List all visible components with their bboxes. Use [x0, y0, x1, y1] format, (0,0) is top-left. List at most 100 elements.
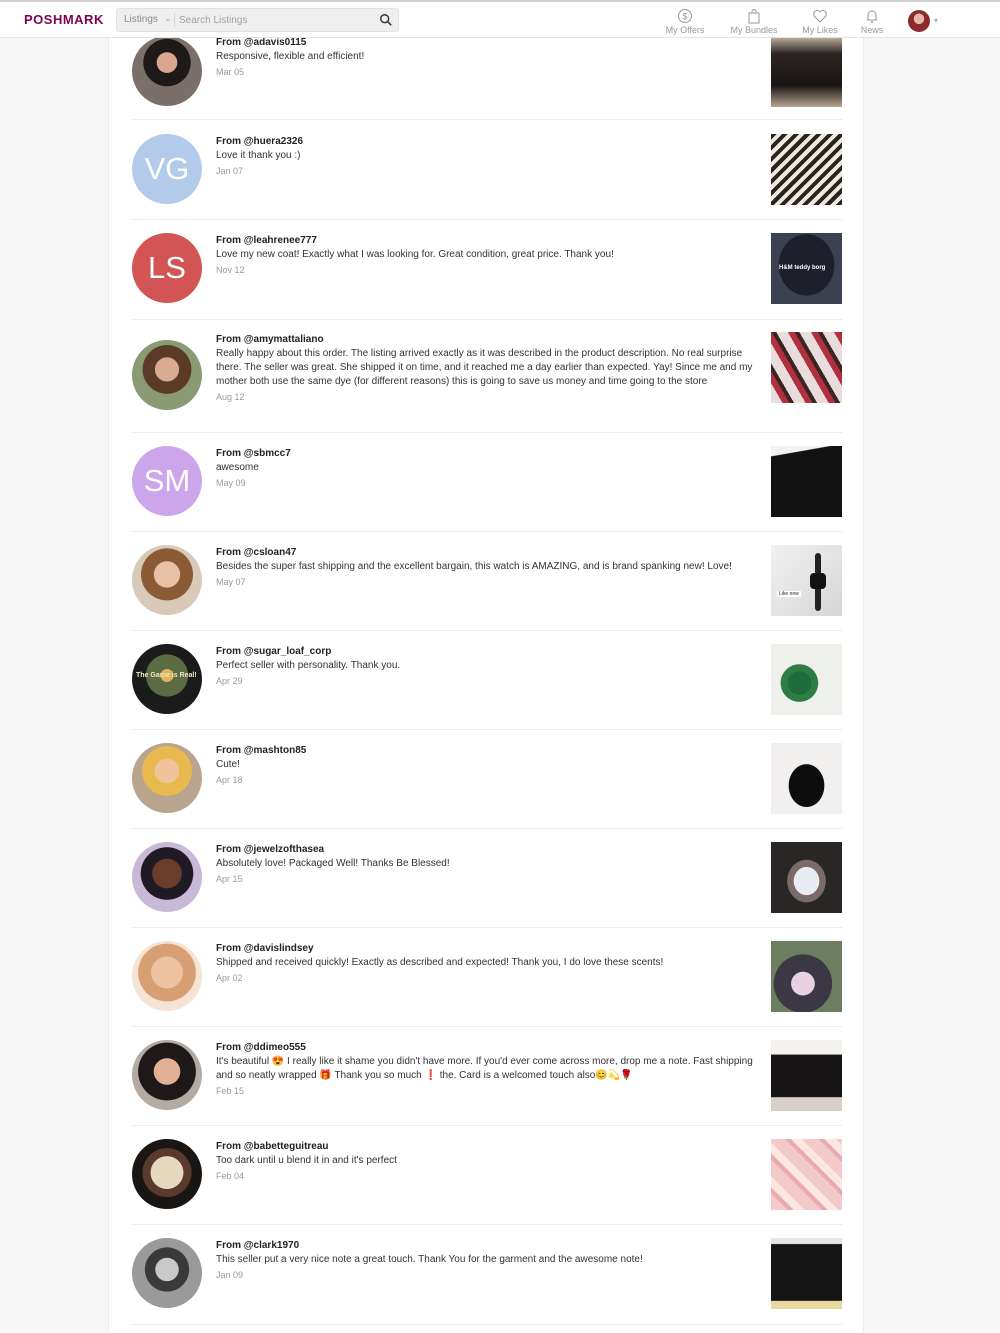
reviewer-username[interactable]: From @jewelzofthasea	[216, 843, 756, 857]
reviewer-username[interactable]: From @ddimeo555	[216, 1041, 756, 1055]
search-icon[interactable]	[379, 13, 393, 27]
item-caption: Like new	[777, 591, 801, 597]
reviewer-avatar[interactable]	[132, 1238, 202, 1308]
poshmark-logo[interactable]: POSHMARK	[24, 12, 104, 27]
reviewer-username[interactable]: From @leahrenee777	[216, 234, 756, 248]
review-date: Jan 07	[216, 166, 244, 176]
item-thumbnail[interactable]	[771, 1139, 842, 1210]
reviewer-avatar[interactable]	[132, 1139, 202, 1209]
item-thumbnail[interactable]: H&M teddy borg	[771, 233, 842, 304]
review-content: From @leahrenee777 Love my new coat! Exa…	[216, 234, 756, 277]
nav-news[interactable]: News	[853, 8, 891, 36]
review-text: Besides the super fast shipping and the …	[216, 561, 732, 572]
review-content: From @huera2326 Love it thank you :) Jan…	[216, 135, 756, 178]
reviewer-username[interactable]: From @davislindsey	[216, 942, 756, 956]
reviewer-avatar[interactable]	[132, 743, 202, 813]
review-date: Apr 15	[216, 874, 243, 884]
reviewer-username[interactable]: From @clark1970	[216, 1239, 756, 1253]
review-content: From @sugar_loaf_corp Perfect seller wit…	[216, 645, 756, 688]
review-text: Cute!	[216, 759, 240, 770]
item-thumbnail[interactable]	[771, 1040, 842, 1111]
review-text: Perfect seller with personality. Thank y…	[216, 660, 401, 671]
reviewer-avatar[interactable]	[132, 340, 202, 410]
nav-my-likes-label: My Likes	[802, 25, 838, 35]
avatar-caption: The Game is Real!	[136, 672, 197, 679]
review-content: From @csloan47 Besides the super fast sh…	[216, 546, 756, 589]
user-avatar[interactable]	[908, 10, 930, 32]
dollar-icon: $	[678, 9, 692, 23]
item-thumbnail[interactable]	[771, 332, 842, 403]
reviewer-username[interactable]: From @babetteguitreau	[216, 1140, 756, 1154]
search-divider	[174, 13, 175, 27]
review-divider	[132, 729, 842, 730]
reviewer-avatar[interactable]: VG	[132, 134, 202, 204]
item-thumbnail[interactable]	[771, 1238, 842, 1309]
reviewer-avatar[interactable]	[132, 545, 202, 615]
review-text: This seller put a very nice note a great…	[216, 1254, 643, 1265]
review-divider	[132, 219, 842, 220]
review-divider	[132, 531, 842, 532]
review-date: Mar 05	[216, 67, 245, 77]
reviewer-avatar[interactable]	[132, 1040, 202, 1110]
review-divider	[132, 1324, 842, 1325]
chevron-down-icon[interactable]: ▾	[934, 16, 938, 25]
reviewer-avatar[interactable]	[132, 842, 202, 912]
review-date: Apr 18	[216, 775, 243, 785]
nav-news-label: News	[860, 25, 884, 35]
nav-my-offers[interactable]: $ My Offers	[659, 8, 711, 36]
reviewer-username[interactable]: From @sbmcc7	[216, 447, 756, 461]
review-date: Apr 29	[216, 676, 243, 686]
nav-my-likes[interactable]: My Likes	[796, 8, 844, 36]
item-thumbnail[interactable]	[771, 644, 842, 715]
reviewer-username[interactable]: From @mashton85	[216, 744, 756, 758]
review-divider	[132, 432, 842, 433]
search-input[interactable]	[179, 12, 369, 28]
review-text: Shipped and received quickly! Exactly as…	[216, 957, 664, 968]
reviewer-username[interactable]: From @adavis0115	[216, 36, 756, 50]
bag-icon	[748, 9, 760, 24]
reviewer-avatar[interactable]	[132, 941, 202, 1011]
review-text: Love it thank you :)	[216, 150, 301, 161]
review-divider	[132, 1026, 842, 1027]
item-thumbnail[interactable]	[771, 134, 842, 205]
review-content: From @babetteguitreau Too dark until u b…	[216, 1140, 756, 1183]
reviewer-avatar[interactable]: LS	[132, 233, 202, 303]
reviewer-username[interactable]: From @huera2326	[216, 135, 756, 149]
reviewer-username[interactable]: From @sugar_loaf_corp	[216, 645, 756, 659]
review-divider	[132, 927, 842, 928]
review-text: awesome	[216, 462, 259, 473]
review-content: From @davislindsey Shipped and received …	[216, 942, 756, 985]
nav-my-offers-label: My Offers	[665, 25, 705, 35]
review-divider	[132, 828, 842, 829]
item-thumbnail[interactable]	[771, 36, 842, 107]
reviewer-avatar[interactable]: SM	[132, 446, 202, 516]
heart-icon	[813, 10, 827, 23]
reviewer-username[interactable]: From @csloan47	[216, 546, 756, 560]
review-text: Absolutely love! Packaged Well! Thanks B…	[216, 858, 450, 869]
review-text: It's beautiful 😍 I really like it shame …	[216, 1056, 753, 1081]
item-thumbnail[interactable]	[771, 941, 842, 1012]
review-text: Really happy about this order. The listi…	[216, 348, 753, 387]
review-divider	[132, 319, 842, 320]
chevron-down-icon[interactable]: ⌄	[164, 13, 172, 24]
item-thumbnail[interactable]	[771, 842, 842, 913]
review-content: From @jewelzofthasea Absolutely love! Pa…	[216, 843, 756, 886]
review-date: Feb 04	[216, 1171, 245, 1181]
review-divider	[132, 630, 842, 631]
review-date: Apr 02	[216, 973, 243, 983]
item-thumbnail[interactable]: Like new	[771, 545, 842, 616]
reviewer-avatar[interactable]	[132, 36, 202, 106]
reviews-panel: From @adavis0115 Responsive, flexible an…	[108, 0, 864, 1333]
review-text: Too dark until u blend it in and it's pe…	[216, 1155, 397, 1166]
reviewer-username[interactable]: From @amymattaliano	[216, 333, 756, 347]
review-text: Responsive, flexible and efficient!	[216, 51, 365, 62]
svg-text:$: $	[682, 12, 687, 22]
search-category-dropdown[interactable]: Listings	[124, 14, 158, 25]
nav-my-bundles[interactable]: My Bundles	[724, 8, 784, 36]
item-thumbnail[interactable]	[771, 743, 842, 814]
review-divider	[132, 119, 842, 120]
item-thumbnail[interactable]	[771, 446, 842, 517]
review-content: From @clark1970 This seller put a very n…	[216, 1239, 756, 1282]
review-date: Nov 12	[216, 265, 245, 275]
reviewer-avatar[interactable]: The Game is Real!	[132, 644, 202, 714]
